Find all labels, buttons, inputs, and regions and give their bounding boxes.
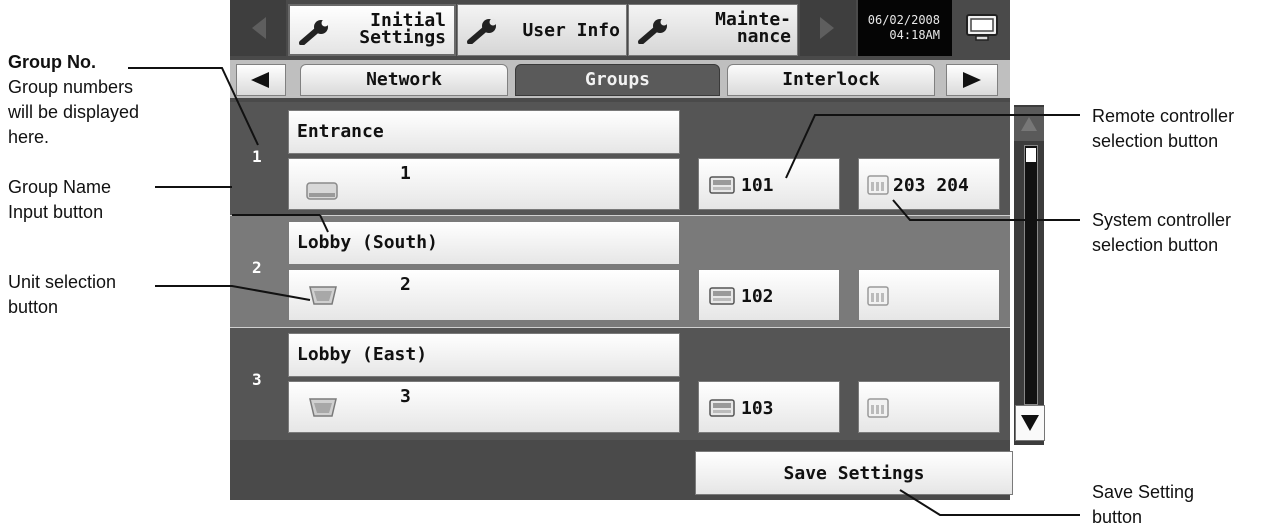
leader-line	[128, 67, 259, 146]
leader-line	[155, 285, 311, 301]
leader-line	[319, 214, 329, 233]
leader-line	[892, 199, 1080, 221]
leader-lines	[128, 67, 1080, 516]
leader-line	[785, 114, 1080, 179]
leader-line	[899, 489, 1080, 516]
